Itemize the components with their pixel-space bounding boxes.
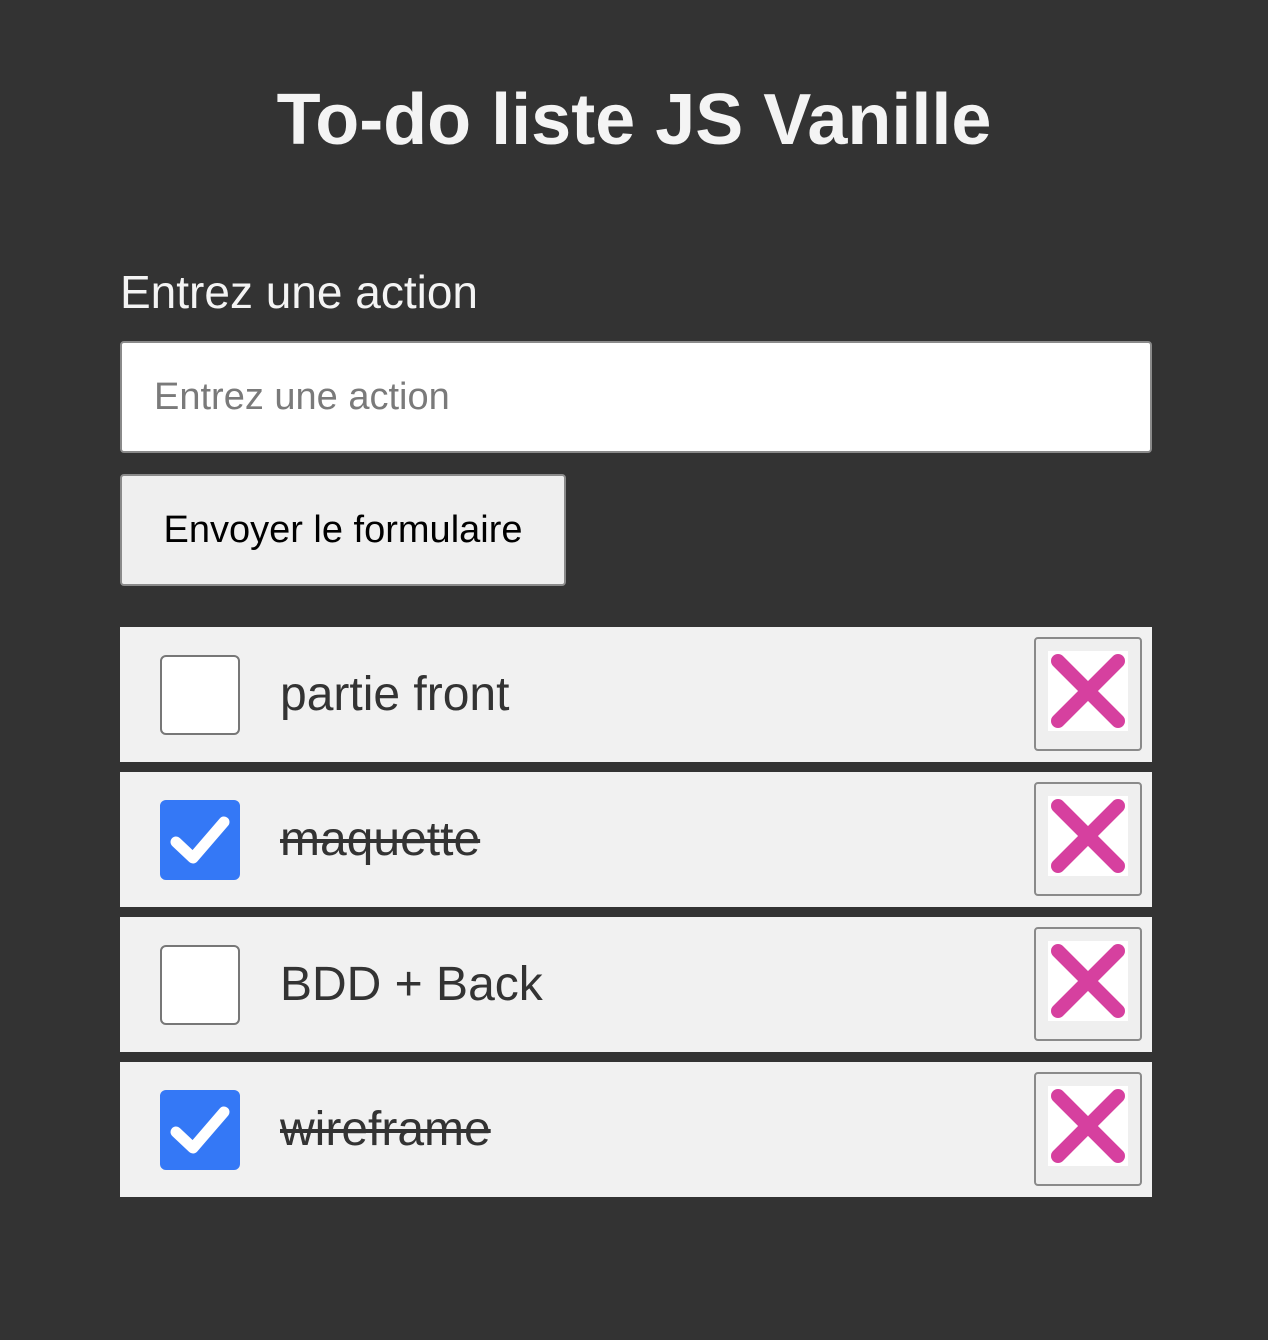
delete-button[interactable]: [1034, 782, 1142, 896]
delete-button[interactable]: [1034, 927, 1142, 1041]
check-icon: [170, 1106, 230, 1154]
delete-button[interactable]: [1034, 637, 1142, 751]
close-x-icon: [1048, 651, 1128, 731]
todo-checkbox[interactable]: [160, 655, 240, 735]
todo-item: wireframe: [120, 1062, 1152, 1197]
submit-button[interactable]: Envoyer le formulaire: [120, 474, 566, 586]
todo-item: maquette: [120, 772, 1152, 907]
check-icon: [170, 816, 230, 864]
todo-text: wireframe: [280, 1103, 491, 1156]
todo-text: partie front: [280, 668, 510, 721]
close-x-icon: [1048, 1086, 1128, 1166]
todo-item: BDD + Back: [120, 917, 1152, 1052]
todo-list: partie front maquette BDD + Back wirefra…: [120, 627, 1152, 1207]
todo-item: partie front: [120, 627, 1152, 762]
delete-button[interactable]: [1034, 1072, 1142, 1186]
action-input[interactable]: [120, 341, 1152, 453]
page-title: To-do liste JS Vanille: [276, 80, 992, 160]
todo-text: maquette: [280, 813, 481, 866]
todo-checkbox[interactable]: [160, 945, 240, 1025]
action-input-label: Entrez une action: [120, 266, 479, 318]
todo-checkbox[interactable]: [160, 800, 240, 880]
close-x-icon: [1048, 941, 1128, 1021]
close-x-icon: [1048, 796, 1128, 876]
todo-text: BDD + Back: [280, 958, 543, 1011]
todo-checkbox[interactable]: [160, 1090, 240, 1170]
